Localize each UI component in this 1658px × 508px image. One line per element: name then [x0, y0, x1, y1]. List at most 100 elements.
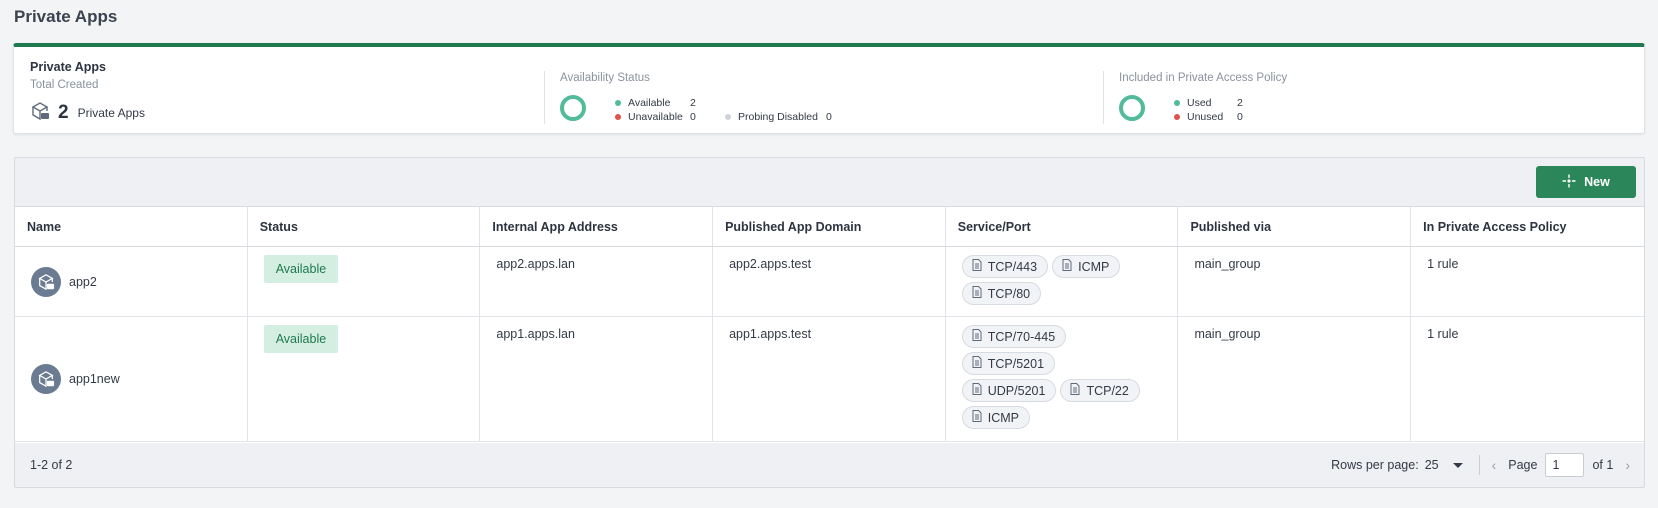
app-name[interactable]: app1new — [69, 372, 120, 386]
cell-name[interactable]: app1new — [15, 317, 248, 441]
cell-published-via: main_group — [1178, 317, 1412, 441]
page-of-label: of 1 — [1592, 458, 1614, 472]
policy-donut — [1119, 95, 1145, 121]
cell-policy: 1 rule — [1427, 257, 1459, 271]
service-chip-label: TCP/5201 — [987, 356, 1045, 371]
policy-section: Included in Private Access Policy Used 2… — [1103, 71, 1643, 124]
cell-published-domain: app2.apps.test — [713, 247, 946, 316]
service-chip-label: TCP/70-445 — [987, 329, 1056, 344]
service-chip: TCP/80 — [961, 282, 1042, 305]
policy-label: Included in Private Access Policy — [1119, 72, 1288, 84]
service-chip: TCP/70-445 — [961, 325, 1067, 348]
document-icon — [1062, 259, 1072, 274]
service-chip: TCP/22 — [1060, 379, 1140, 402]
app-icon — [31, 266, 61, 297]
service-chip-label: ICMP — [1078, 259, 1110, 274]
legend-probing-label: Probing Disabled — [738, 111, 818, 123]
cell-status: Available — [248, 247, 481, 316]
service-chip: ICMP — [961, 406, 1030, 429]
document-icon — [1070, 383, 1080, 398]
service-chip: UDP/5201 — [961, 379, 1057, 402]
col-published-domain[interactable]: Published App Domain — [713, 207, 946, 246]
document-icon — [972, 286, 982, 301]
availability-label: Availability Status — [560, 72, 650, 84]
cell-policy: 1 rule — [1427, 327, 1459, 341]
summary-total-label: Total Created — [30, 79, 99, 91]
document-icon — [972, 356, 982, 371]
legend-unused-value: 0 — [1237, 111, 1243, 123]
table-header: Name Status Internal App Address Publish… — [15, 207, 1644, 247]
service-chip-label: TCP/80 — [987, 286, 1031, 301]
rows-per-page-select[interactable]: Rows per page: 25 — [1331, 458, 1463, 472]
rows-per-page-value: 25 — [1424, 458, 1439, 472]
legend-used-label: Used — [1187, 97, 1212, 109]
legend-available-label: Available — [628, 97, 671, 109]
summary-count-label: Private Apps — [77, 105, 145, 120]
cell-published-domain: app1.apps.test — [713, 317, 946, 441]
col-name[interactable]: Name — [15, 207, 248, 246]
probing-legend: Probing Disabled 0 — [725, 110, 832, 124]
cell-service-port: TCP/70-445 TCP/5201 UDP/5201 TCP/22 ICMP — [946, 317, 1179, 441]
legend-used-value: 2 — [1237, 97, 1243, 109]
service-chip-label: TCP/22 — [1086, 383, 1129, 398]
unused-dot — [1174, 114, 1180, 120]
chevron-down-icon — [1452, 462, 1463, 468]
legend-unavailable-value: 0 — [690, 111, 696, 123]
service-chip: TCP/443 — [961, 255, 1049, 278]
table-row[interactable]: app2 Available app2.apps.lan app2.apps.t… — [15, 247, 1644, 317]
pager-divider — [1478, 455, 1480, 475]
document-icon — [972, 410, 982, 425]
document-icon — [972, 329, 982, 344]
rows-per-page-label: Rows per page: — [1331, 458, 1419, 472]
availability-donut — [560, 95, 586, 121]
document-icon — [972, 259, 982, 274]
service-chip-label: TCP/443 — [987, 259, 1038, 274]
service-chip: TCP/5201 — [961, 352, 1056, 375]
availability-section: Availability Status Available 2 Unavaila… — [544, 71, 1084, 124]
new-app-button[interactable]: New — [1536, 166, 1636, 198]
summary-card: Private Apps Total Created 2 Private App… — [13, 43, 1645, 134]
unavailable-dot — [615, 114, 621, 120]
chevron-left-icon[interactable]: ‹ — [1492, 457, 1497, 473]
col-published-via[interactable]: Published via — [1178, 207, 1412, 246]
summary-count: 2 — [58, 101, 69, 123]
used-dot — [1174, 100, 1180, 106]
legend-unused-label: Unused — [1187, 111, 1224, 123]
probing-disabled-dot — [725, 114, 731, 120]
apps-table-panel: New Name Status Internal App Address Pub… — [14, 157, 1645, 488]
service-chip-label: UDP/5201 — [987, 383, 1046, 398]
col-policy[interactable]: In Private Access Policy — [1411, 207, 1644, 246]
cell-status: Available — [248, 317, 481, 441]
legend-unavailable-label: Unavailable — [628, 111, 683, 123]
availability-legend: Available 2 Unavailable 0 — [615, 96, 696, 124]
app-icon — [31, 364, 61, 394]
col-internal-address[interactable]: Internal App Address — [480, 207, 714, 246]
page-number-input[interactable] — [1545, 453, 1585, 477]
app-name[interactable]: app2 — [69, 275, 97, 289]
new-button-label: New — [1584, 175, 1610, 189]
legend-probing-value: 0 — [825, 111, 832, 123]
status-badge: Available — [263, 255, 339, 283]
document-icon — [972, 383, 982, 398]
summary-total-section: Private Apps Total Created 2 Private App… — [30, 47, 540, 133]
summary-title: Private Apps — [30, 60, 106, 74]
legend-available-value: 2 — [690, 97, 696, 109]
page-title: Private Apps — [14, 7, 118, 26]
private-app-icon — [30, 101, 50, 124]
apps-table: Name Status Internal App Address Publish… — [15, 206, 1644, 443]
new-icon — [1562, 174, 1576, 191]
cell-internal-address: app2.apps.lan — [480, 247, 714, 316]
service-chip: ICMP — [1052, 255, 1121, 278]
chevron-right-icon[interactable]: › — [1625, 457, 1630, 473]
col-service-port[interactable]: Service/Port — [946, 207, 1179, 246]
service-chip-label: ICMP — [987, 410, 1019, 425]
status-badge: Available — [263, 325, 339, 353]
col-status[interactable]: Status — [248, 207, 481, 246]
cell-service-port: TCP/443 ICMP TCP/80 — [946, 247, 1179, 316]
policy-legend: Used 2 Unused 0 — [1174, 96, 1243, 124]
pagination-bar: 1-2 of 2 Rows per page: 25 ‹ Page of 1 › — [15, 443, 1644, 487]
available-dot — [615, 100, 621, 106]
cell-name[interactable]: app2 — [15, 247, 248, 316]
cell-internal-address: app1.apps.lan — [480, 317, 714, 441]
table-row[interactable]: app1new Available app1.apps.lan app1.app… — [15, 317, 1644, 442]
